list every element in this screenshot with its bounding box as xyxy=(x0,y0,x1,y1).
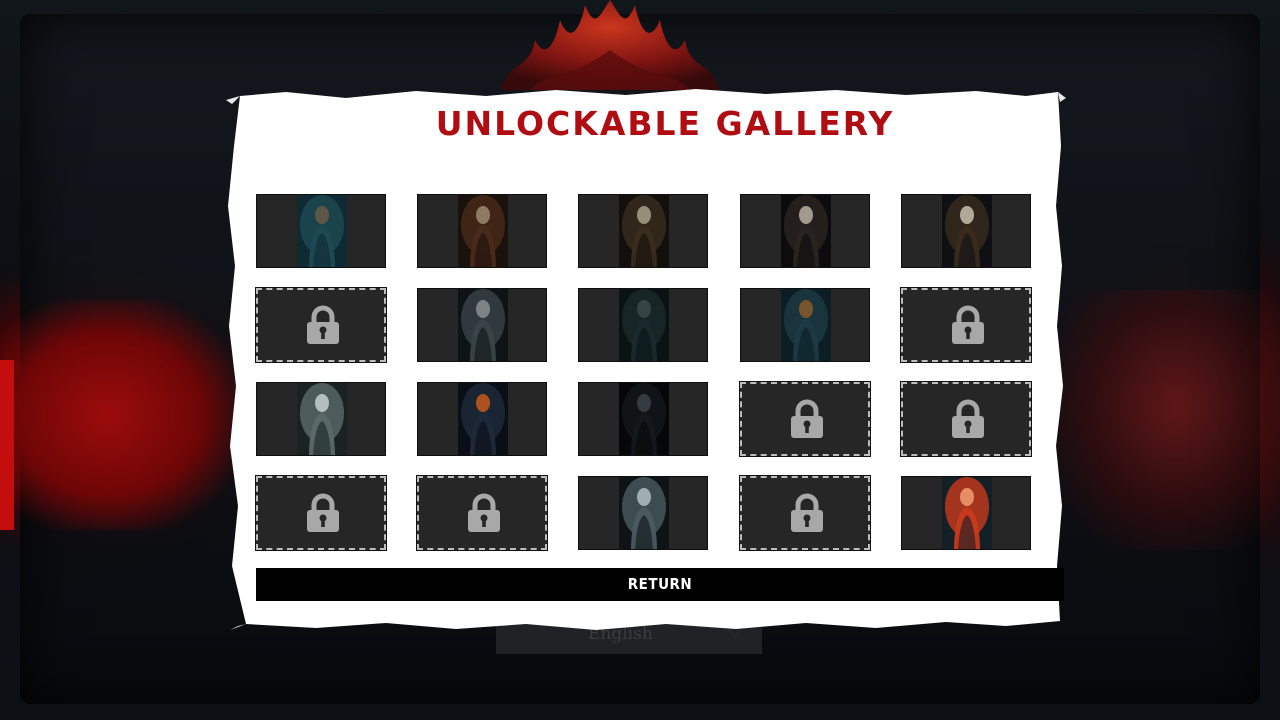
pale-forest-wraith-artwork xyxy=(297,383,347,455)
gallery-tile-locked[interactable] xyxy=(739,381,871,457)
gallery-tile[interactable] xyxy=(578,194,708,268)
gallery-tile[interactable] xyxy=(901,194,1031,268)
blood-stripe-left xyxy=(0,360,14,530)
figure-in-mist-artwork xyxy=(619,477,669,549)
gallery-tile[interactable] xyxy=(578,476,708,550)
gallery-tile[interactable] xyxy=(417,194,547,268)
gallery-tile[interactable] xyxy=(256,194,386,268)
gallery-tile[interactable] xyxy=(901,476,1031,550)
gallery-tile[interactable] xyxy=(740,288,870,362)
masked-killer-dark-artwork xyxy=(781,195,831,267)
redhead-woman-artwork xyxy=(942,477,992,549)
lock-icon xyxy=(952,305,984,344)
lock-icon xyxy=(307,305,339,344)
gallery-tile-locked[interactable] xyxy=(255,475,387,551)
lock-icon xyxy=(791,493,823,532)
gallery-tile[interactable] xyxy=(578,288,708,362)
lock-icon xyxy=(307,493,339,532)
gallery-tile-locked[interactable] xyxy=(900,287,1032,363)
game-screen: English ♡ UNLOCKABLE GALLERY RETURN xyxy=(0,0,1280,720)
gallery-tile-locked[interactable] xyxy=(900,381,1032,457)
lock-icon xyxy=(952,399,984,438)
lock-icon xyxy=(468,493,500,532)
gallery-tile[interactable] xyxy=(578,382,708,456)
lock-icon xyxy=(791,399,823,438)
masked-killer-bat-artwork xyxy=(942,195,992,267)
gallery-tile-locked[interactable] xyxy=(255,287,387,363)
gallery-title: UNLOCKABLE GALLERY xyxy=(435,104,895,143)
masked-killer-rust-artwork xyxy=(458,195,508,267)
blood-splatter-left xyxy=(0,300,240,530)
dark-shadow-artwork xyxy=(619,383,669,455)
forest-figure-artwork xyxy=(619,289,669,361)
gallery-tile-locked[interactable] xyxy=(416,475,548,551)
pumpkin-creature-artwork xyxy=(781,289,831,361)
return-button[interactable]: RETURN xyxy=(256,568,1064,601)
blood-splatter-right xyxy=(1050,290,1280,550)
gallery-tile-locked[interactable] xyxy=(739,475,871,551)
gallery-tile[interactable] xyxy=(417,288,547,362)
gallery-tile[interactable] xyxy=(256,382,386,456)
masked-killer-brown-artwork xyxy=(619,195,669,267)
gallery-tile[interactable] xyxy=(417,382,547,456)
flame-crown-ornament xyxy=(500,0,720,90)
ember-creature-artwork xyxy=(458,383,508,455)
gallery-tile[interactable] xyxy=(740,194,870,268)
masked-killer-teal-artwork xyxy=(297,195,347,267)
antlered-creature-artwork xyxy=(458,289,508,361)
